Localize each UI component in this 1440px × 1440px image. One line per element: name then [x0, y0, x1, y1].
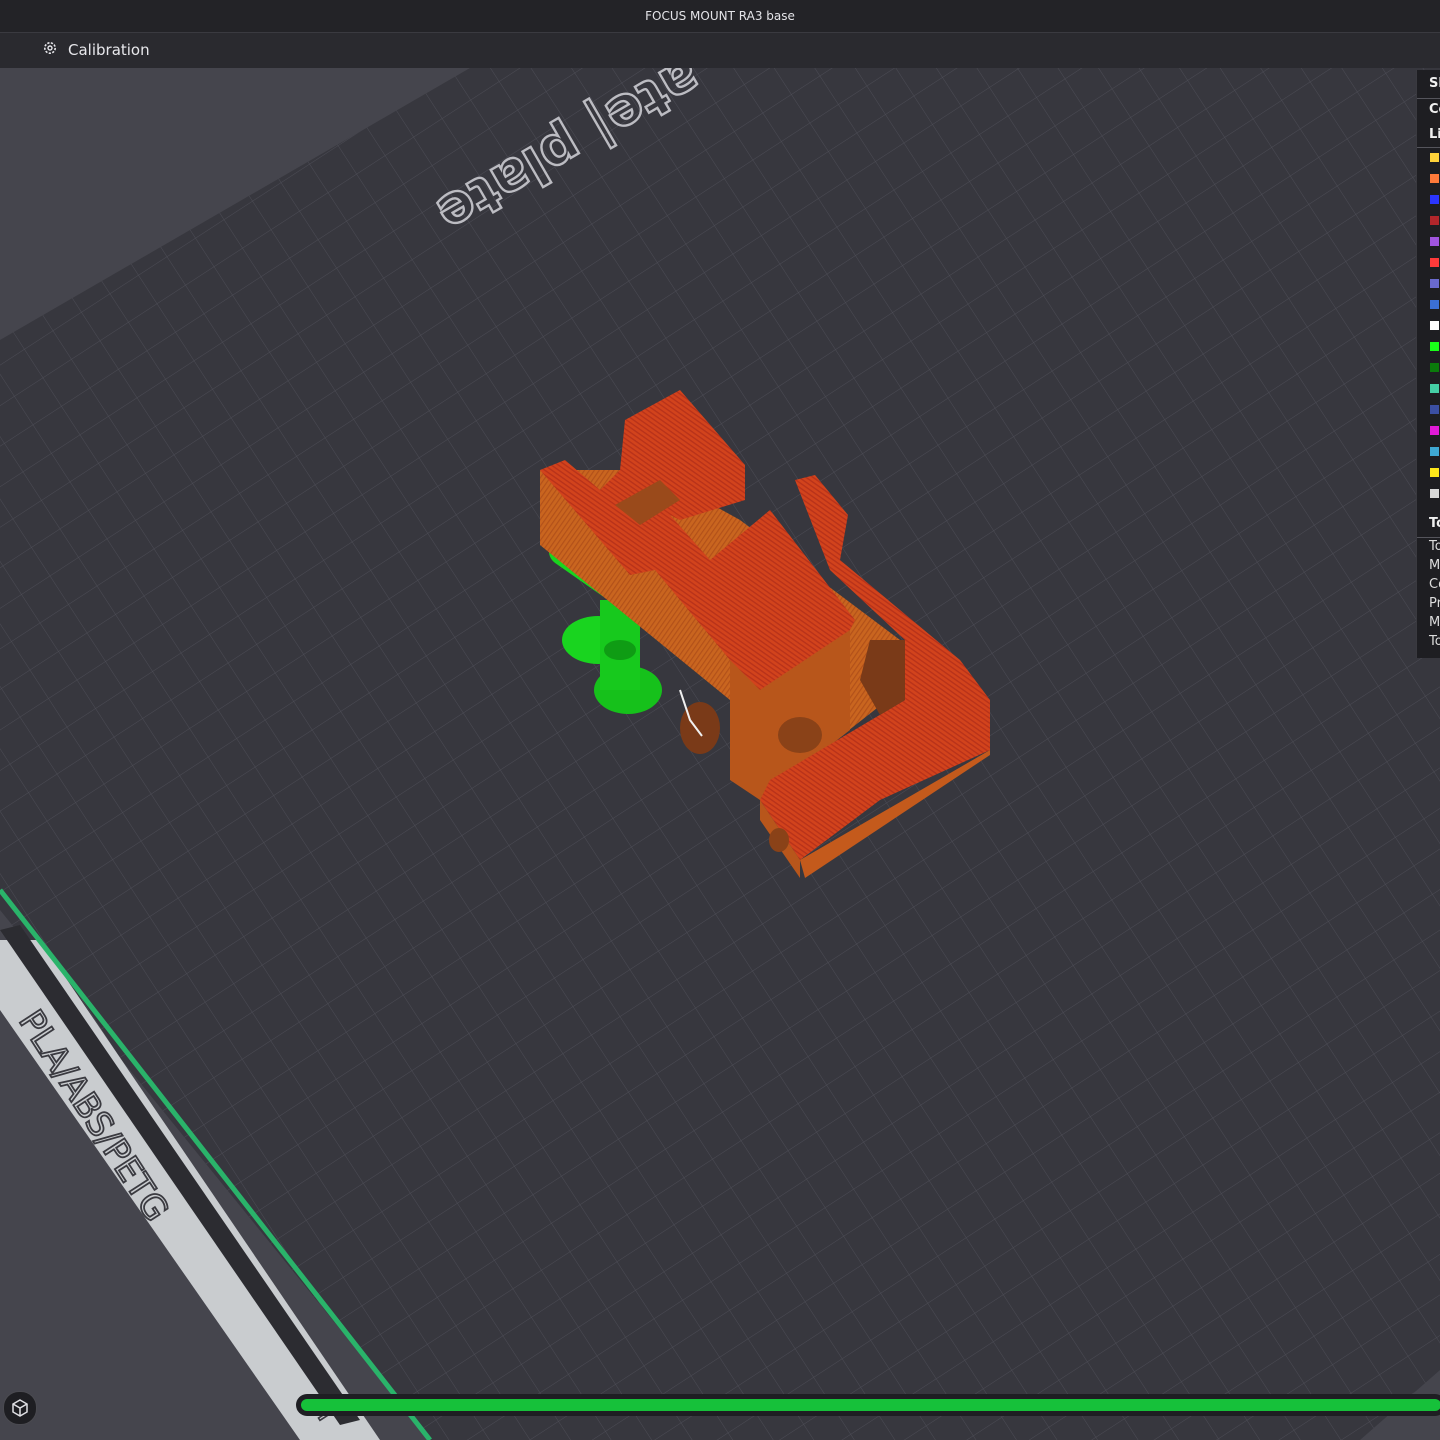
- cube-view-icon: [12, 1399, 28, 1417]
- legend-swatch[interactable]: [1430, 342, 1439, 351]
- layer-slider-fill[interactable]: [301, 1399, 1440, 1411]
- legend-swatch[interactable]: [1430, 258, 1439, 267]
- legend-total-row: To: [1429, 539, 1440, 554]
- title-bar: FOCUS MOUNT RA3 base: [0, 0, 1440, 33]
- legend-swatch[interactable]: [1430, 468, 1439, 477]
- legend-swatch[interactable]: [1430, 489, 1439, 498]
- toolbar: Calibration: [0, 33, 1440, 68]
- legend-swatch[interactable]: [1430, 153, 1439, 162]
- legend-swatch[interactable]: [1430, 321, 1439, 330]
- legend-swatch[interactable]: [1430, 426, 1439, 435]
- layer-slider[interactable]: [296, 1394, 1440, 1416]
- legend-swatch[interactable]: [1430, 216, 1439, 225]
- legend-total-row: Co: [1429, 577, 1440, 592]
- calibration-button[interactable]: Calibration: [42, 39, 150, 61]
- plate-render: ate| plate PLA/ABS/PETG H: [0, 68, 1440, 1440]
- legend-swatch[interactable]: [1430, 300, 1439, 309]
- legend-line-type-header: Li: [1429, 127, 1440, 142]
- window-title: FOCUS MOUNT RA3 base: [645, 9, 795, 23]
- legend-total-row: M: [1429, 615, 1440, 630]
- legend-swatch[interactable]: [1430, 279, 1439, 288]
- legend-swatch[interactable]: [1430, 195, 1439, 204]
- legend-swatch[interactable]: [1430, 237, 1439, 246]
- 3d-viewport[interactable]: ate| plate PLA/ABS/PETG H: [0, 68, 1440, 1440]
- legend-total-row: M: [1429, 558, 1440, 573]
- legend-swatch[interactable]: [1430, 405, 1439, 414]
- gear-icon: [42, 40, 58, 60]
- legend-swatch[interactable]: [1430, 363, 1439, 372]
- legend-total-row: To: [1429, 634, 1440, 649]
- legend-total-row: Pr: [1429, 596, 1440, 611]
- legend-panel: Sl Co Li To To M Co Pr M To: [1416, 70, 1440, 658]
- calibration-label: Calibration: [68, 41, 150, 59]
- legend-swatch[interactable]: [1430, 174, 1439, 183]
- view-orientation-button[interactable]: [3, 1391, 37, 1425]
- legend-swatch[interactable]: [1430, 384, 1439, 393]
- legend-header: Sl: [1429, 76, 1440, 91]
- legend-swatch[interactable]: [1430, 447, 1439, 456]
- legend-view-type[interactable]: Co: [1429, 102, 1440, 117]
- legend-totals-header: To: [1429, 516, 1440, 531]
